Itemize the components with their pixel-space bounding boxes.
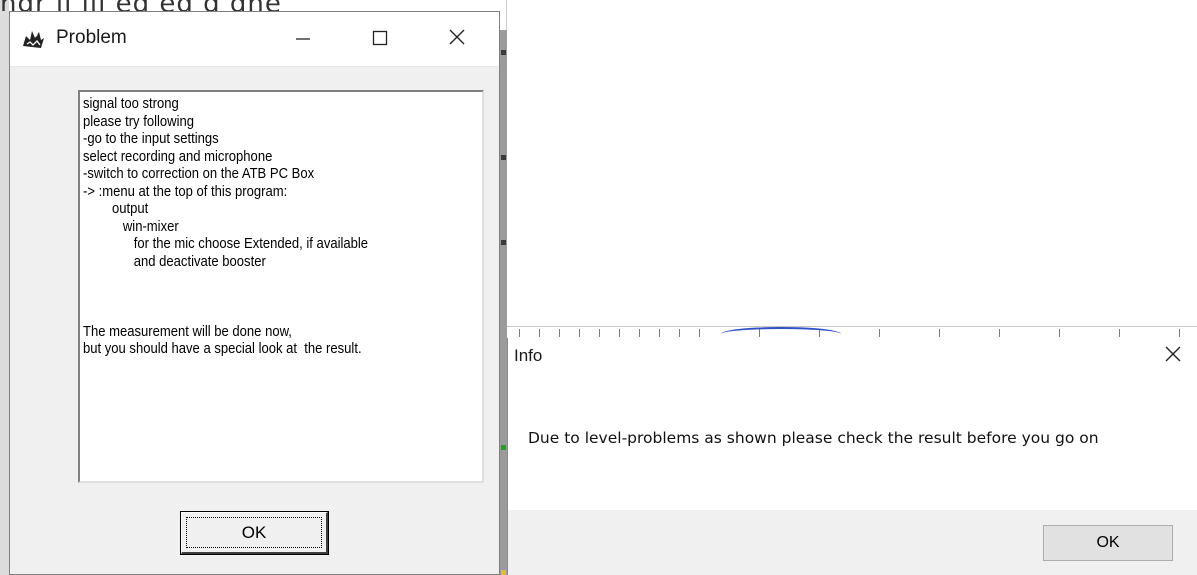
message-line: select recording and microphone <box>83 148 273 165</box>
info-close-button[interactable] <box>1149 338 1197 374</box>
close-icon <box>1164 343 1182 369</box>
message-line <box>83 306 439 324</box>
problem-dialog: Problem signal too strong please try fol… <box>9 11 500 575</box>
message-line: -switch to correction on the ATB PC Box <box>83 166 315 182</box>
minimize-button[interactable] <box>270 12 336 66</box>
problem-title: Problem <box>56 27 127 48</box>
info-dialog: Info Due to level-problems as shown plea… <box>507 338 1197 575</box>
info-title: Info <box>514 346 543 365</box>
close-icon <box>448 26 466 52</box>
message-line: output <box>83 201 149 217</box>
message-line: and deactivate booster <box>83 253 266 270</box>
maximize-icon <box>372 26 388 52</box>
message-line <box>83 289 439 307</box>
message-line: for the mic choose Extended, if availabl… <box>83 236 369 252</box>
message-line: but you should have a special look at th… <box>83 341 362 357</box>
problem-titlebar[interactable]: Problem <box>10 12 499 67</box>
problem-message-box[interactable]: signal too strong please try following -… <box>78 90 484 483</box>
info-ok-label: OK <box>1096 534 1120 551</box>
message-line: please try following <box>83 113 194 130</box>
info-message: Due to level-problems as shown please ch… <box>528 429 1099 447</box>
message-line: win-mixer <box>83 218 179 235</box>
close-button[interactable] <box>424 12 490 66</box>
info-ok-button[interactable]: OK <box>1043 525 1173 561</box>
message-line: signal too strong <box>83 96 179 112</box>
background-text-fragment: ngr ll ill eg eg g ghe <box>0 0 1197 11</box>
message-line: -> :menu at the top of this program: <box>83 183 288 200</box>
dragon-icon <box>20 26 46 52</box>
info-titlebar[interactable]: Info <box>508 338 1197 374</box>
minimize-icon <box>295 26 311 52</box>
background-window-edge <box>0 0 9 575</box>
background-scroll-strip <box>500 30 507 575</box>
focus-rectangle <box>186 517 322 548</box>
message-line <box>83 271 439 289</box>
maximize-button[interactable] <box>347 12 413 66</box>
message-line: -go to the input settings <box>83 131 219 147</box>
message-line: The measurement will be done now, <box>83 323 292 340</box>
problem-ok-button[interactable]: OK <box>180 511 329 555</box>
info-footer: OK <box>508 510 1197 575</box>
